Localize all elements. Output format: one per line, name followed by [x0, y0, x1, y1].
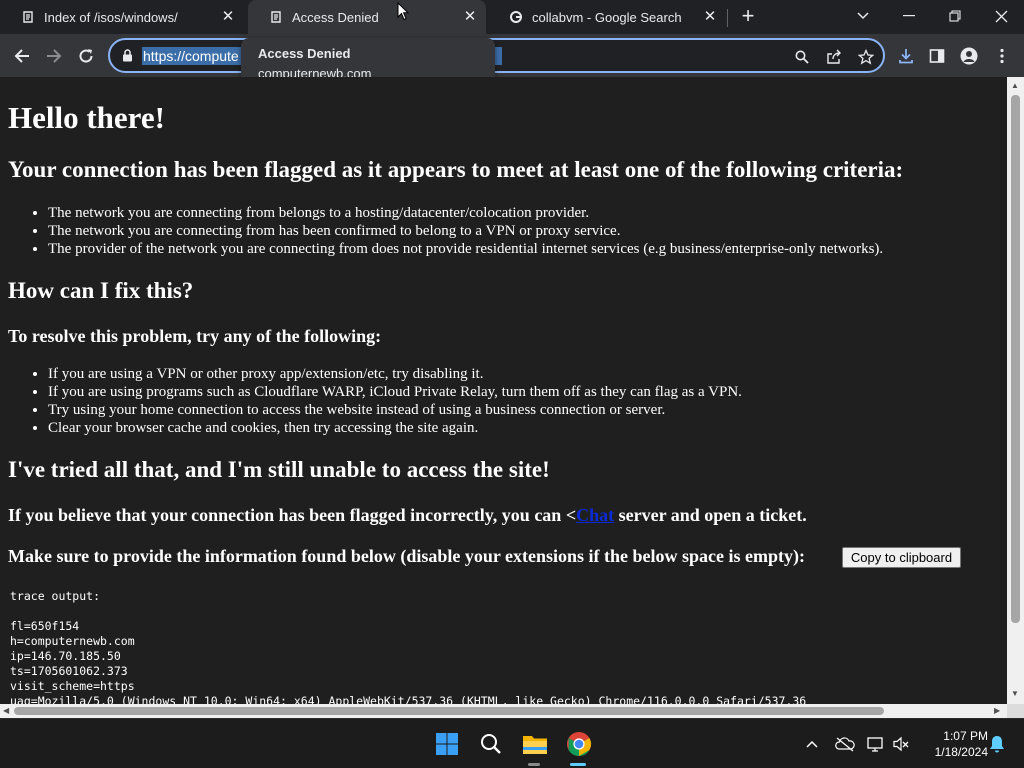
onedrive-offline-icon[interactable] [832, 728, 858, 760]
scroll-right-arrow-icon[interactable]: ▶ [994, 706, 1000, 716]
criteria-list: The network you are connecting from belo… [48, 204, 883, 258]
clock-time: 1:07 PM [943, 729, 988, 743]
close-tab-icon[interactable]: ✕ [220, 9, 236, 25]
app-running-indicator [528, 763, 540, 766]
trace-output: fl=650f154 h=computernewb.com ip=146.70.… [10, 619, 807, 704]
vertical-scroll-thumb[interactable] [1011, 95, 1020, 623]
tab-title: Access Denied [292, 9, 379, 25]
tab-search-chevron-down-icon[interactable] [840, 0, 886, 32]
notification-bell-icon[interactable] [986, 728, 1008, 760]
chat-link[interactable]: Chat [576, 505, 614, 525]
scroll-down-arrow-icon[interactable]: ▼ [1011, 689, 1019, 699]
make-sure-paragraph: Make sure to provide the information fou… [8, 546, 806, 566]
horizontal-scroll-thumb[interactable] [14, 707, 884, 715]
list-item: The provider of the network you are conn… [48, 240, 883, 258]
tab-access-denied[interactable]: Access Denied ✕ [248, 0, 486, 34]
tray-chevron-up-icon[interactable] [800, 728, 824, 760]
close-tab-icon[interactable]: ✕ [462, 9, 478, 25]
hover-card-title: Access Denied [258, 46, 351, 61]
close-window-icon[interactable] [978, 0, 1024, 32]
horizontal-scrollbar[interactable]: ◀ ▶ [0, 704, 1007, 718]
scroll-left-arrow-icon[interactable]: ◀ [3, 706, 9, 716]
page-viewport: Hello there! Your connection has been fl… [0, 77, 1007, 704]
tab-separator [727, 9, 728, 27]
back-arrow-icon[interactable] [8, 42, 36, 70]
search-icon[interactable] [792, 47, 812, 67]
browser-toolbar: https://compute [0, 34, 1024, 77]
mouse-cursor-icon [397, 2, 409, 21]
site-favicon-icon [20, 9, 36, 25]
side-panel-icon[interactable] [923, 42, 951, 70]
believe-suffix: server and open a ticket. [614, 505, 807, 525]
volume-muted-icon[interactable] [889, 728, 913, 760]
tab-title: collabvm - Google Search [532, 9, 682, 25]
windows-start-icon[interactable] [431, 728, 463, 760]
scroll-corner [1007, 704, 1024, 718]
forward-arrow-icon[interactable] [40, 42, 68, 70]
system-clock[interactable]: 1:07 PM 1/18/2024 [918, 728, 988, 760]
close-tab-icon[interactable]: ✕ [702, 9, 718, 25]
tab-strip: Index of /isos/windows/ ✕ Access Denied … [0, 0, 1024, 34]
list-item: Try using your home connection to access… [48, 401, 742, 419]
list-item: If you are using programs such as Cloudf… [48, 383, 742, 401]
file-explorer-icon[interactable] [519, 728, 551, 760]
list-item: The network you are connecting from has … [48, 222, 883, 240]
believe-prefix: If you believe that your connection has … [8, 505, 577, 525]
trace-header: trace output: [10, 589, 101, 603]
lock-icon[interactable] [122, 49, 133, 67]
restore-icon[interactable] [932, 0, 978, 32]
fix-heading: How can I fix this? [8, 278, 194, 303]
resolve-heading: To resolve this problem, try any of the … [8, 326, 382, 346]
list-item: Clear your browser cache and cookies, th… [48, 419, 742, 437]
copy-to-clipboard-button[interactable]: Copy to clipboard [842, 547, 961, 568]
list-item: If you are using a VPN or other proxy ap… [48, 365, 742, 383]
fixes-list: If you are using a VPN or other proxy ap… [48, 365, 742, 437]
search-icon[interactable] [475, 728, 507, 760]
still-unable-heading: I've tried all that, and I'm still unabl… [8, 457, 550, 482]
scroll-up-arrow-icon[interactable]: ▲ [1011, 81, 1019, 91]
chrome-icon[interactable] [563, 728, 595, 760]
new-tab-button[interactable]: + [736, 5, 760, 29]
google-favicon-icon [508, 9, 524, 25]
believe-paragraph: If you believe that your connection has … [8, 505, 807, 526]
address-bar[interactable]: https://compute [108, 38, 885, 73]
share-icon[interactable] [824, 47, 844, 67]
list-item: The network you are connecting from belo… [48, 204, 883, 222]
taskbar: 1:07 PM 1/18/2024 [0, 718, 1024, 768]
minimize-icon[interactable] [886, 0, 932, 32]
vertical-scrollbar[interactable]: ▲ ▼ [1007, 77, 1024, 704]
tab-index-isos[interactable]: Index of /isos/windows/ ✕ [0, 0, 244, 34]
tab-google-search[interactable]: collabvm - Google Search ✕ [488, 0, 726, 34]
menu-kebab-icon[interactable] [988, 42, 1016, 70]
tab-title: Index of /isos/windows/ [44, 9, 178, 25]
page-heading: Hello there! [8, 100, 165, 135]
app-active-indicator [570, 763, 586, 766]
clock-date: 1/18/2024 [934, 745, 988, 759]
download-icon[interactable] [892, 42, 920, 70]
reload-icon[interactable] [72, 42, 100, 70]
site-favicon-icon [268, 9, 284, 25]
bookmark-star-icon[interactable] [856, 47, 876, 67]
profile-avatar-icon[interactable] [955, 42, 983, 70]
flagged-heading: Your connection has been flagged as it a… [8, 157, 904, 182]
network-icon[interactable] [864, 728, 888, 760]
